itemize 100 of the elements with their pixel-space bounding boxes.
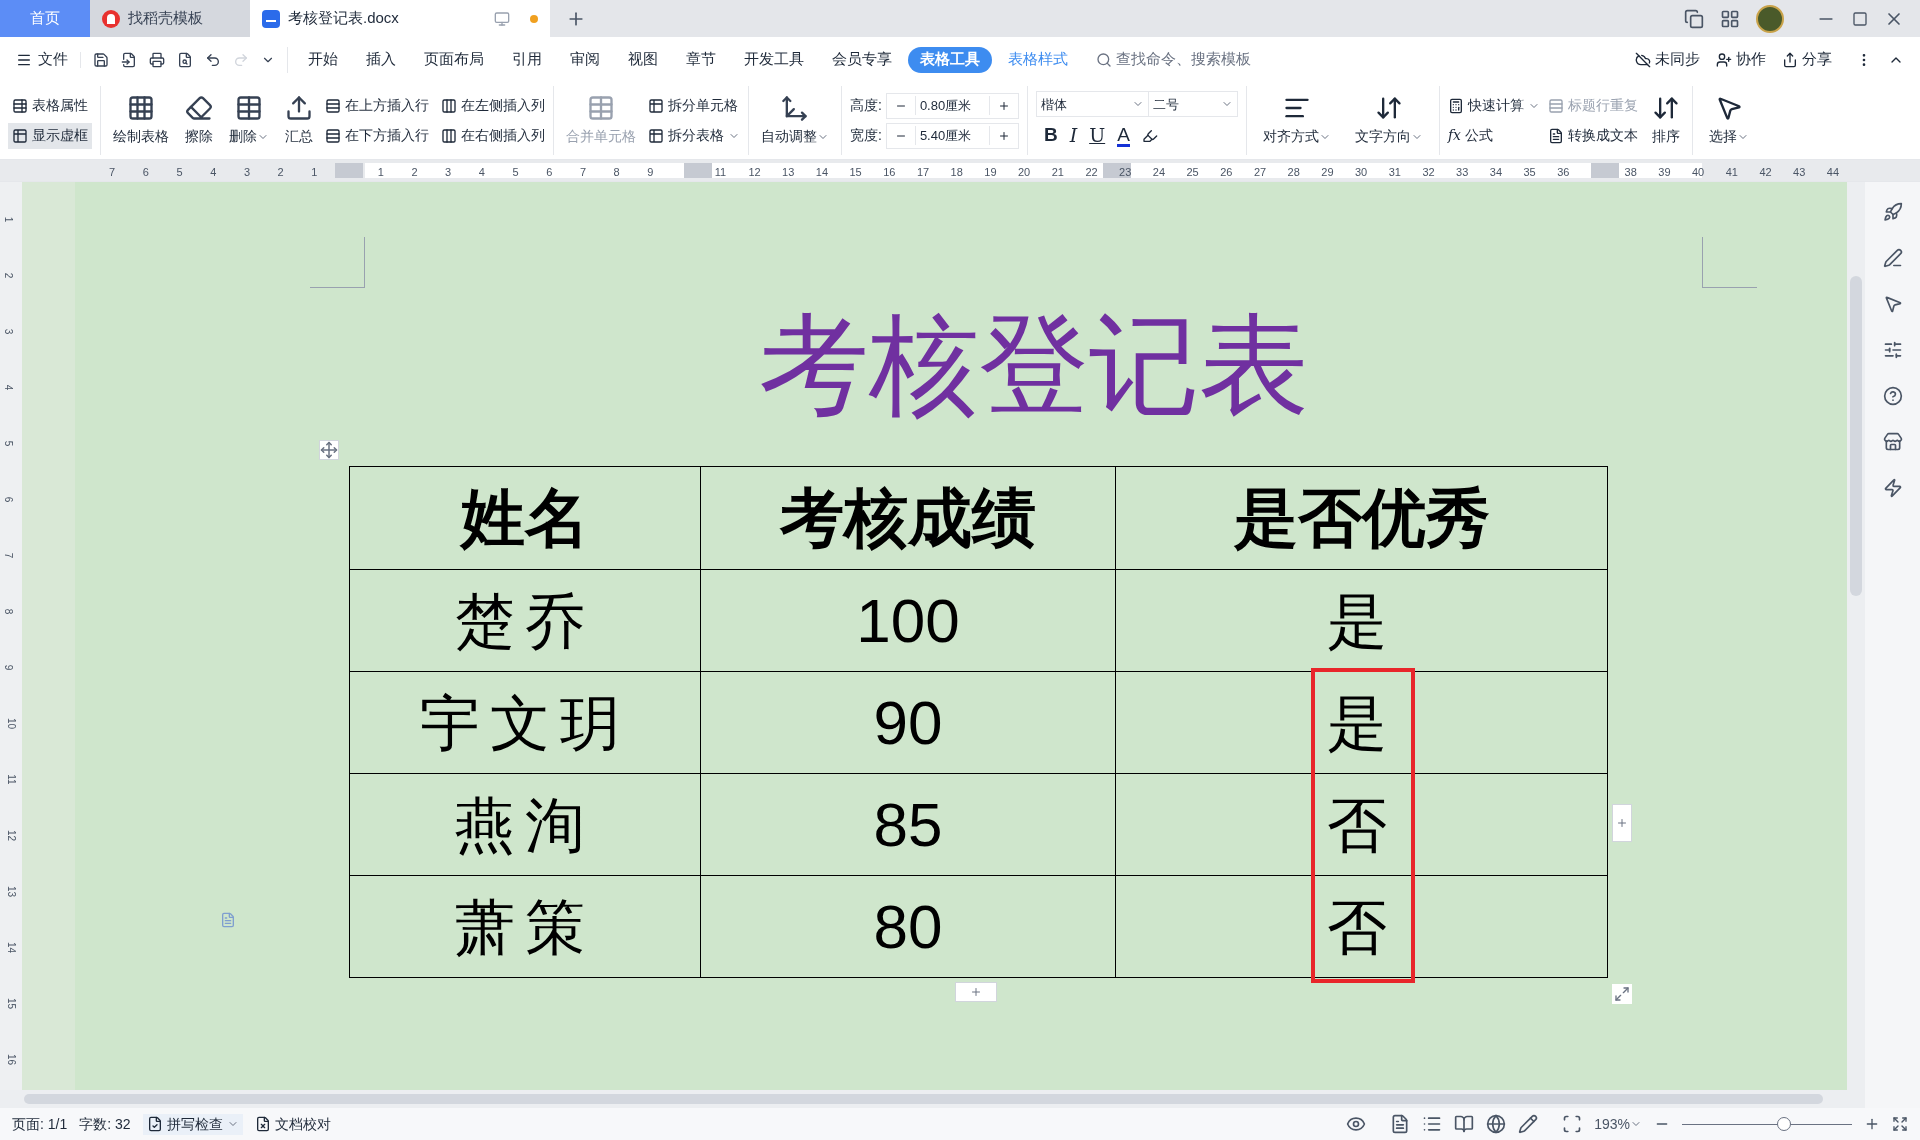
avatar-icon[interactable] — [1756, 4, 1784, 33]
ruler-number: 18 — [950, 165, 963, 180]
ribbon-button[interactable]: 选择 — [1700, 82, 1757, 159]
formula-button[interactable]: fx 公式 — [1447, 122, 1540, 149]
format-button[interactable]: B — [1043, 121, 1058, 150]
table-move-icon[interactable] — [319, 440, 339, 460]
ribbon-button[interactable]: 排序 — [1647, 82, 1684, 159]
column-marker[interactable] — [335, 163, 363, 178]
scrollbar-thumb[interactable] — [24, 1094, 1823, 1104]
zoom-select[interactable]: 193% — [1594, 1113, 1642, 1135]
print-icon[interactable] — [149, 51, 165, 68]
ribbon-button[interactable]: 表格属性 — [8, 92, 92, 119]
resize-icon[interactable] — [1612, 984, 1632, 1004]
ruler-number: 32 — [1422, 165, 1435, 180]
document-icon — [1547, 127, 1564, 144]
menu-tab[interactable]: 章节 — [674, 46, 728, 73]
scrollbar-thumb[interactable] — [1850, 276, 1862, 596]
store-icon[interactable] — [1882, 432, 1903, 452]
layout-icon[interactable] — [1684, 8, 1704, 29]
monitor-icon[interactable] — [494, 10, 510, 27]
fit-icon[interactable] — [1562, 1114, 1583, 1134]
pen-icon[interactable] — [1882, 248, 1903, 268]
menu-tab[interactable]: 插入 — [354, 46, 408, 73]
ribbon-button[interactable]: 在右侧插入列 — [441, 122, 545, 149]
zoom-slider[interactable] — [1682, 1116, 1852, 1132]
ruler-number: 14 — [5, 941, 19, 954]
menu-tab[interactable]: 引用 — [500, 46, 554, 73]
sliders-icon[interactable] — [1882, 340, 1903, 360]
column-marker[interactable] — [1103, 163, 1131, 178]
ruler-number: 30 — [1355, 165, 1368, 180]
ruler-number: 16 — [5, 1053, 19, 1066]
pen-icon[interactable] — [1518, 1114, 1539, 1134]
search-field[interactable]: 查找命令、搜索模板 — [1096, 48, 1251, 71]
zoom-in-icon[interactable] — [1864, 1116, 1880, 1132]
lightning-icon[interactable] — [1882, 478, 1903, 498]
ribbon-button[interactable]: 绘制表格 — [109, 82, 173, 159]
column-marker[interactable] — [1591, 163, 1619, 178]
menu-tab[interactable]: 开发工具 — [732, 46, 816, 73]
preview-icon[interactable] — [177, 51, 193, 68]
ribbon-button[interactable]: 在下方插入行 — [325, 122, 429, 149]
table-cell: 否 — [1115, 876, 1607, 977]
ribbon-button[interactable]: 自动调整 — [757, 82, 833, 159]
toolbar-button[interactable]: 未同步 — [1635, 48, 1700, 71]
ruler-number: 13 — [5, 885, 19, 898]
format-button[interactable]: U — [1089, 121, 1106, 150]
export-icon[interactable] — [121, 51, 137, 68]
eye-icon[interactable] — [1346, 1114, 1367, 1134]
ribbon-button[interactable]: 汇总 — [281, 82, 317, 159]
ribbon-button[interactable]: 删除 — [225, 82, 273, 159]
table-cell-text: 萧策 — [453, 890, 596, 964]
ribbon-button[interactable]: 拆分表格 — [648, 122, 740, 149]
horizontal-scrollbar[interactable] — [0, 1090, 1847, 1108]
ribbon-button[interactable]: 擦除 — [181, 82, 217, 159]
menu-tab[interactable]: 开始 — [296, 46, 350, 73]
column-marker[interactable] — [684, 163, 712, 178]
file-menu[interactable]: 文件 — [16, 48, 80, 71]
format-button[interactable]: A — [1117, 124, 1130, 147]
ribbon-button[interactable]: 对齐方式 — [1254, 82, 1339, 159]
size-field[interactable]: 5.40厘米 — [885, 122, 1019, 149]
size-field[interactable]: 0.80厘米 — [885, 92, 1019, 119]
highlighter-icon[interactable] — [1141, 127, 1158, 144]
format-button[interactable]: I — [1069, 121, 1078, 150]
help-icon[interactable] — [1882, 386, 1903, 406]
ribbon-button[interactable]: 转换成文本 — [1547, 122, 1640, 149]
menu-tab[interactable]: 会员专享 — [820, 46, 904, 73]
spell-check-button[interactable]: 拼写检查 — [142, 1113, 243, 1135]
table-cell: 80 — [699, 876, 1116, 977]
web-icon[interactable] — [1486, 1114, 1507, 1134]
page-view-icon[interactable] — [1390, 1114, 1411, 1134]
restore-icon[interactable] — [1852, 10, 1868, 27]
menu-tab[interactable]: 审阅 — [558, 46, 612, 73]
outline-icon[interactable] — [1422, 1114, 1443, 1134]
slider-thumb[interactable] — [1777, 1117, 1791, 1131]
ruler-number: 42 — [1759, 165, 1772, 180]
menu-tab[interactable]: 表格样式 — [996, 46, 1080, 73]
document-tab[interactable]: 找稻壳模板 — [90, 0, 250, 37]
ribbon-button[interactable]: 显示虚框 — [8, 122, 92, 149]
word-logo-icon — [262, 9, 280, 28]
save-icon[interactable] — [93, 51, 109, 68]
document-tab[interactable]: 考核登记表.docx — [250, 0, 550, 37]
menu-tab[interactable]: 视图 — [616, 46, 670, 73]
menu-tab[interactable]: 页面布局 — [412, 46, 496, 73]
rocket-icon[interactable] — [1882, 202, 1903, 222]
table-cell: 否 — [1115, 774, 1607, 875]
ribbon-button[interactable]: 在左侧插入列 — [441, 92, 545, 119]
ribbon-button[interactable]: 快速计算 — [1447, 92, 1540, 119]
toolbar-button[interactable]: 分享 — [1782, 48, 1832, 71]
ribbon-button[interactable]: 在上方插入行 — [325, 92, 429, 119]
fullscreen-icon[interactable] — [1892, 1116, 1908, 1132]
ruler-number: 26 — [1220, 165, 1233, 180]
undo-icon[interactable] — [205, 51, 221, 68]
ruler-number: 9 — [2, 664, 16, 671]
book-icon[interactable] — [1454, 1114, 1475, 1134]
toolbar-button[interactable]: 协作 — [1716, 48, 1766, 71]
vertical-scrollbar[interactable] — [1847, 182, 1865, 1108]
proofread-button[interactable]: 文档校对 — [254, 1113, 331, 1135]
ribbon-button[interactable]: 文字方向 — [1346, 82, 1431, 159]
apps-icon[interactable] — [1720, 8, 1740, 29]
ribbon-button[interactable]: 拆分单元格 — [648, 92, 740, 119]
pointer-icon[interactable] — [1882, 294, 1903, 314]
